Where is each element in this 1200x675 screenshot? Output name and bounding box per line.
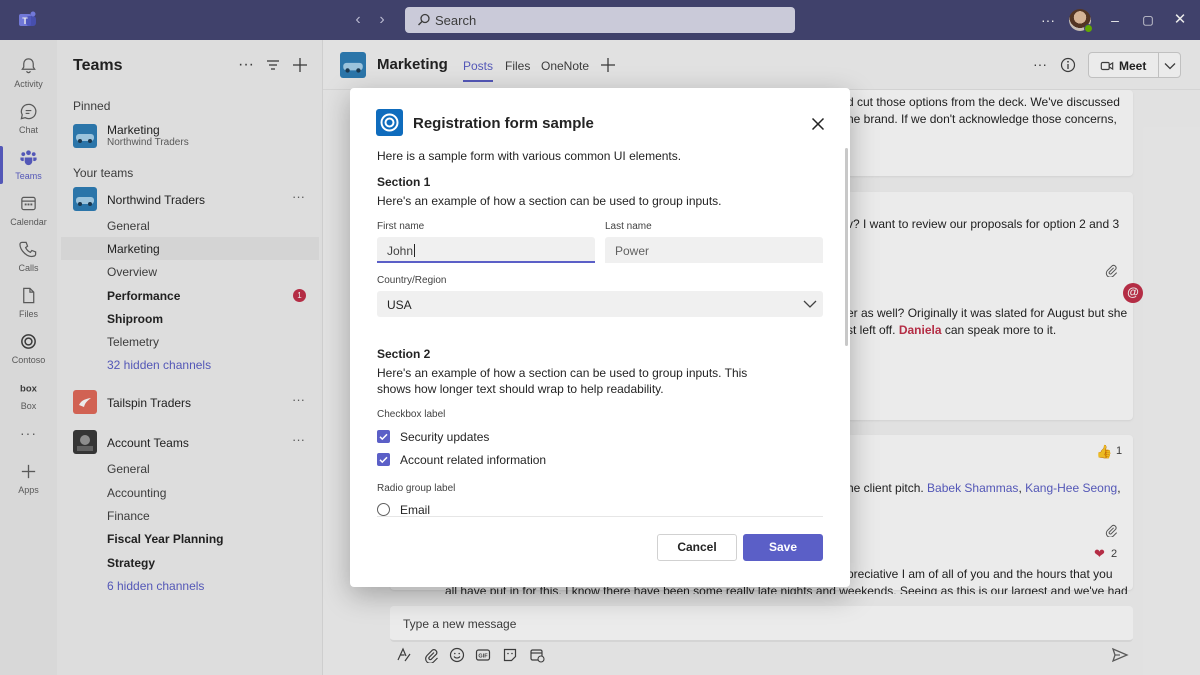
security-updates-checkbox[interactable] xyxy=(377,430,390,443)
save-button[interactable]: Save xyxy=(743,534,823,561)
account-info-checkbox[interactable] xyxy=(377,453,390,466)
section-description: shows how longer text should wrap to hel… xyxy=(377,382,664,396)
country-value: USA xyxy=(387,298,412,312)
first-name-text: John xyxy=(387,244,414,258)
last-name-label: Last name xyxy=(605,221,652,232)
section-description: Here's an example of how a section can b… xyxy=(377,194,722,208)
dialog-intro: Here is a sample form with various commo… xyxy=(377,149,682,163)
checkbox-group-label: Checkbox label xyxy=(377,409,446,420)
first-name-label: First name xyxy=(377,221,425,232)
close-icon[interactable] xyxy=(808,114,828,134)
chevron-down-icon xyxy=(803,300,817,308)
country-label: Country/Region xyxy=(377,275,447,286)
checkbox-label[interactable]: Security updates xyxy=(400,430,489,444)
contoso-icon xyxy=(380,113,399,132)
radio-group-label: Radio group label xyxy=(377,483,456,494)
registration-dialog: Registration form sample Here is a sampl… xyxy=(350,88,850,587)
checkbox-label[interactable]: Account related information xyxy=(400,453,546,467)
first-name-value: John xyxy=(387,244,416,258)
email-radio[interactable] xyxy=(377,503,390,516)
text-caret xyxy=(414,244,416,257)
last-name-field[interactable]: Power xyxy=(605,237,823,263)
dialog-body[interactable]: Here is a sample form with various commo… xyxy=(350,146,850,517)
last-name-value: Power xyxy=(615,244,650,258)
app-logo xyxy=(376,109,403,136)
cancel-button[interactable]: Cancel xyxy=(657,534,737,561)
dialog-title: Registration form sample xyxy=(413,115,594,132)
dialog-scrollbar[interactable] xyxy=(845,148,848,346)
first-name-field[interactable]: John xyxy=(377,237,595,263)
dialog-divider xyxy=(377,516,823,517)
country-select[interactable]: USA xyxy=(377,291,823,317)
section-heading: Section 1 xyxy=(377,175,431,189)
section-heading: Section 2 xyxy=(377,347,431,361)
checkmark-icon xyxy=(379,433,388,441)
radio-label[interactable]: Email xyxy=(400,503,430,517)
checkmark-icon xyxy=(379,456,388,464)
section-description: Here's an example of how a section can b… xyxy=(377,366,748,380)
